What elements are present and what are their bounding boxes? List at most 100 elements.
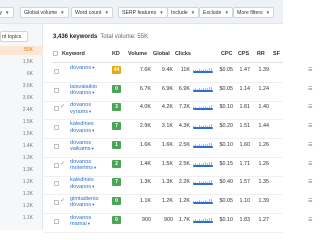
parent-topic-item[interactable]: 1.2K — [0, 202, 43, 211]
row-checkbox[interactable] — [54, 106, 59, 112]
parent-topic-item[interactable]: 3.6K — [0, 94, 43, 103]
keyword-link[interactable]: kaledines dovanos▾ — [70, 121, 110, 134]
parent-topic-item[interactable]: 2.4K — [0, 106, 43, 115]
parent-topic-item[interactable]: 1.2K — [0, 190, 43, 199]
parent-topic-count: 1.3K — [22, 167, 33, 173]
keyword-text: dovanos vyrams — [70, 102, 92, 115]
parent-topic-item[interactable]: 1.5K — [0, 118, 43, 127]
clicks-distribution-bar — [193, 220, 213, 223]
chevron-down-icon[interactable]: ▾ — [92, 202, 94, 207]
keyword-link[interactable]: kalėdinės dovanos▾ — [70, 177, 110, 190]
column-kd[interactable]: KD — [112, 51, 120, 59]
cps-cell: 1.10 — [239, 197, 251, 204]
kd-badge: 7 — [112, 122, 121, 131]
chevron-down-icon[interactable]: ▾ — [88, 221, 90, 226]
column-cps[interactable]: CPS — [238, 51, 249, 59]
row-checkbox[interactable] — [54, 162, 59, 168]
serp-icon[interactable]: ☰ — [308, 142, 312, 148]
global-volume-cell: 900 — [164, 216, 173, 223]
chevron-down-icon: ▼ — [190, 10, 196, 15]
column-sf[interactable]: SF — [273, 51, 280, 59]
keyword-count: 3,436 keywords — [53, 34, 98, 40]
row-checkbox[interactable] — [54, 69, 59, 74]
serp-icon[interactable]: ☰ — [308, 198, 312, 204]
parent-topic-item[interactable]: 1.2K — [0, 178, 43, 187]
parent-topic-count: 1.5K — [22, 119, 33, 125]
include-filter[interactable]: Include ▼ — [167, 7, 200, 18]
parent-topic-item[interactable]: 1.4K — [0, 142, 43, 151]
parent-topics-sidebar: nt topics 55K 1.5K 6K 3.6K 3.6K 2.4K 1.5K 1.5K 1… — [0, 24, 43, 230]
clicks-cell: 11K — [180, 67, 190, 73]
row-checkbox[interactable] — [54, 181, 59, 187]
parent-topic-item[interactable]: 6K — [0, 70, 43, 79]
keyword-link[interactable]: dovanos vyrams▾ — [70, 102, 110, 115]
serp-icon[interactable]: ☰ — [308, 123, 312, 129]
cpc-cell: $0.05 — [219, 67, 234, 73]
serp-icon[interactable]: ☰ — [308, 161, 312, 167]
column-clicks[interactable]: Clicks — [175, 51, 191, 59]
row-checkbox[interactable] — [54, 218, 59, 224]
cpc-cell: $0.05 — [219, 197, 234, 204]
table-row: kalėdinės dovanos▾ 7 1.3K 1.3K 2.2K $0.40 1.57… — [43, 175, 312, 196]
chevron-down-icon[interactable]: ▾ — [92, 128, 94, 133]
keyword-link[interactable]: dovanos vaikams▾ — [70, 140, 110, 153]
keyword-link[interactable]: dovanos moterims▾ — [70, 159, 110, 172]
column-cpc[interactable]: CPC — [221, 51, 232, 59]
clicks-distribution-bar — [193, 89, 213, 92]
parent-topic-item[interactable]: 3.6K — [0, 82, 43, 91]
word-count-filter[interactable]: Word count ▼ — [71, 7, 113, 18]
check-icon: ✓ — [60, 104, 66, 111]
serp-icon[interactable]: ☰ — [308, 217, 312, 223]
exclude-filter[interactable]: Exclude ▼ — [199, 7, 233, 18]
row-checkbox[interactable] — [54, 125, 59, 131]
parent-topic-item[interactable]: 1.5K — [0, 58, 43, 67]
clicks-cell: 2.5K — [178, 141, 190, 148]
serp-icon[interactable]: ☰ — [308, 179, 312, 185]
parent-topic-item[interactable]: 1.5K — [0, 130, 43, 139]
serp-icon[interactable]: ☰ — [308, 67, 312, 73]
parent-topic-item[interactable]: 1.3K — [0, 154, 43, 163]
keyword-link[interactable]: dovanos mamai▾ — [70, 215, 110, 228]
chevron-down-icon: ▼ — [159, 10, 164, 15]
global-volume-filter[interactable]: Global volume ▼ — [20, 7, 69, 18]
clicks-cell: 2.2K — [178, 179, 190, 186]
keyword-link[interactable]: laisvalaikio dovanos▾ — [70, 84, 110, 97]
chevron-down-icon[interactable]: ▾ — [92, 146, 94, 151]
chevron-down-icon[interactable]: ▾ — [92, 184, 94, 189]
header-checkbox[interactable] — [53, 51, 58, 59]
parent-topics-button[interactable]: nt topics — [0, 31, 28, 42]
volume-cell: 1.4K — [139, 160, 151, 167]
clicks-cell: 2.5K — [178, 160, 190, 167]
difficulty-filter[interactable]: ty▼ — [0, 7, 14, 18]
chevron-down-icon[interactable]: ▾ — [92, 90, 94, 95]
row-checkbox[interactable] — [54, 199, 59, 205]
table-row: ✓ dovanos moterims▾ 2 1.4K 1.5K 2.5K $0.15 1.71… — [43, 157, 312, 177]
parent-topic-item[interactable]: 1.3K — [0, 166, 43, 175]
row-checkbox[interactable] — [54, 87, 59, 93]
global-volume-cell: 3.1K — [161, 123, 173, 130]
serp-features-filter[interactable]: SERP features ▼ — [118, 7, 168, 18]
chevron-down-icon[interactable]: ▾ — [92, 65, 94, 70]
cps-cell: 1.57 — [239, 179, 251, 186]
keyword-text: dovanos moterims — [70, 158, 93, 171]
rr-cell: 1.40 — [258, 104, 270, 111]
keyword-link[interactable]: dovanos▾ — [70, 65, 110, 71]
column-keyword[interactable]: Keyword — [62, 51, 85, 59]
column-global[interactable]: Global — [153, 51, 170, 59]
serp-icon[interactable]: ☰ — [308, 104, 312, 110]
more-filters-button[interactable]: More filters ▼ — [233, 7, 275, 18]
filter-label: Include — [171, 9, 188, 16]
parent-topic-item[interactable]: 55K — [0, 46, 43, 55]
column-rr[interactable]: RR — [257, 51, 265, 59]
chevron-down-icon[interactable]: ▾ — [94, 165, 96, 170]
cps-cell: 1.51 — [239, 123, 251, 130]
table-row: ✓ gimtadienio dovanos▾ 0 1.1K 1.2K 1.2K $0.05 1… — [43, 194, 312, 214]
keyword-link[interactable]: gimtadienio dovanos▾ — [70, 196, 110, 209]
serp-icon[interactable]: ☰ — [308, 86, 312, 92]
column-volume[interactable]: Volume — [128, 51, 147, 59]
row-checkbox[interactable] — [54, 143, 59, 149]
global-volume-cell: 9.4K — [161, 67, 173, 73]
filter-label: Global volume — [24, 9, 58, 16]
parent-topic-item[interactable]: 1.1K — [0, 214, 43, 223]
chevron-down-icon[interactable]: ▾ — [89, 109, 91, 114]
